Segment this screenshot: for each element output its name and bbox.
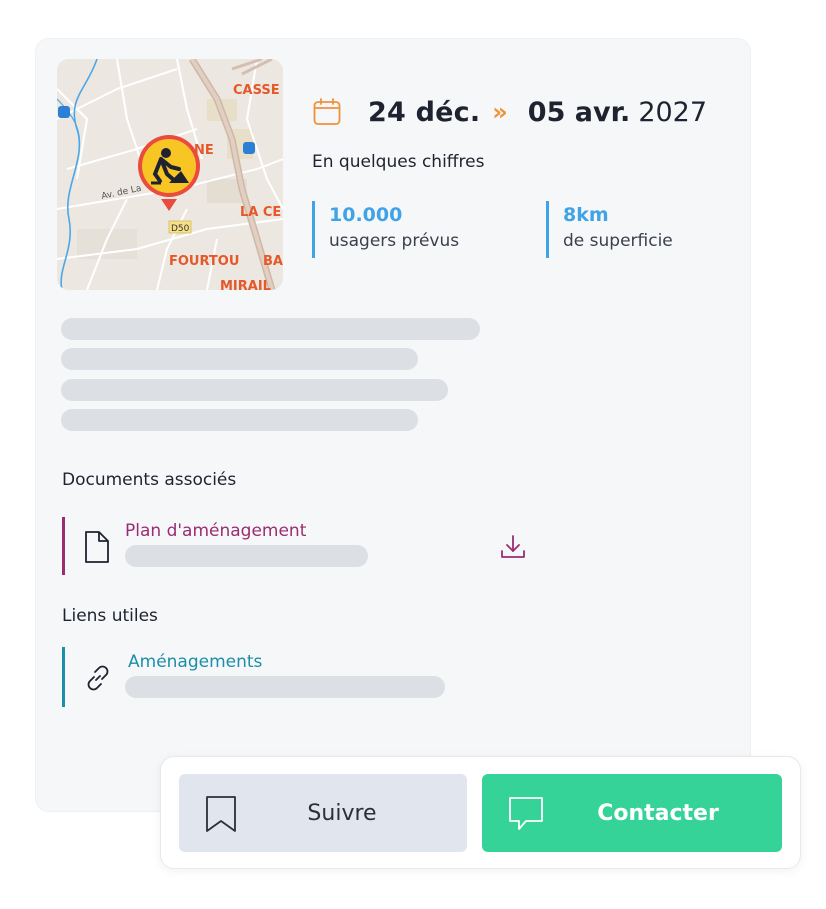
documents-title: Documents associés: [62, 470, 237, 490]
skeleton-line: [125, 545, 368, 567]
date-range: 24 déc. » 05 avr. 2027: [312, 92, 707, 132]
start-date: 24 déc.: [368, 96, 481, 128]
map-label-fourtou: FOURTOU: [169, 254, 239, 269]
map-label-casse: CASSE: [233, 83, 280, 98]
calendar-icon: [313, 98, 341, 125]
action-bar: Suivre Contacter: [160, 756, 801, 869]
document-item[interactable]: Plan d'aménagement: [62, 517, 532, 575]
skeleton-line: [61, 348, 418, 370]
stat-area: 8km de superficie: [546, 201, 673, 258]
skeleton-line: [61, 318, 480, 340]
map-label-la-ce: LA CE: [240, 205, 281, 220]
map-thumbnail[interactable]: CASSE Av. de La LA CE FOURTOU D50 BA MIR…: [57, 59, 283, 290]
document-icon: [85, 531, 109, 563]
skeleton-line: [61, 379, 448, 401]
chevron-double-right-icon: »: [492, 98, 508, 126]
chat-bubble-icon: [509, 797, 543, 830]
skeleton-line: [61, 409, 418, 431]
follow-button[interactable]: Suivre: [179, 774, 467, 852]
contact-button[interactable]: Contacter: [482, 774, 782, 852]
stat-label: de superficie: [563, 231, 673, 251]
link-title[interactable]: Aménagements: [128, 652, 262, 672]
map-label-mirail: MIRAIL: [220, 279, 271, 290]
stat-label: usagers prévus: [329, 231, 460, 251]
end-year: 2027: [638, 96, 708, 128]
stat-value: 10.000: [329, 204, 403, 226]
map-label-d50: D50: [171, 224, 190, 234]
map-graphic: CASSE Av. de La LA CE FOURTOU D50 BA MIR…: [57, 59, 283, 290]
map-label-ba: BA: [263, 254, 283, 269]
links-title: Liens utiles: [62, 606, 158, 626]
bookmark-icon: [206, 796, 236, 832]
stat-value: 8km: [563, 204, 609, 226]
stat-users: 10.000 usagers prévus: [312, 201, 459, 258]
document-title[interactable]: Plan d'aménagement: [125, 521, 306, 541]
download-icon[interactable]: [499, 533, 527, 561]
end-date: 05 avr.: [527, 96, 631, 128]
link-item[interactable]: Aménagements: [62, 647, 462, 707]
link-icon: [87, 665, 109, 691]
skeleton-line: [125, 676, 445, 698]
figures-title: En quelques chiffres: [312, 152, 485, 172]
